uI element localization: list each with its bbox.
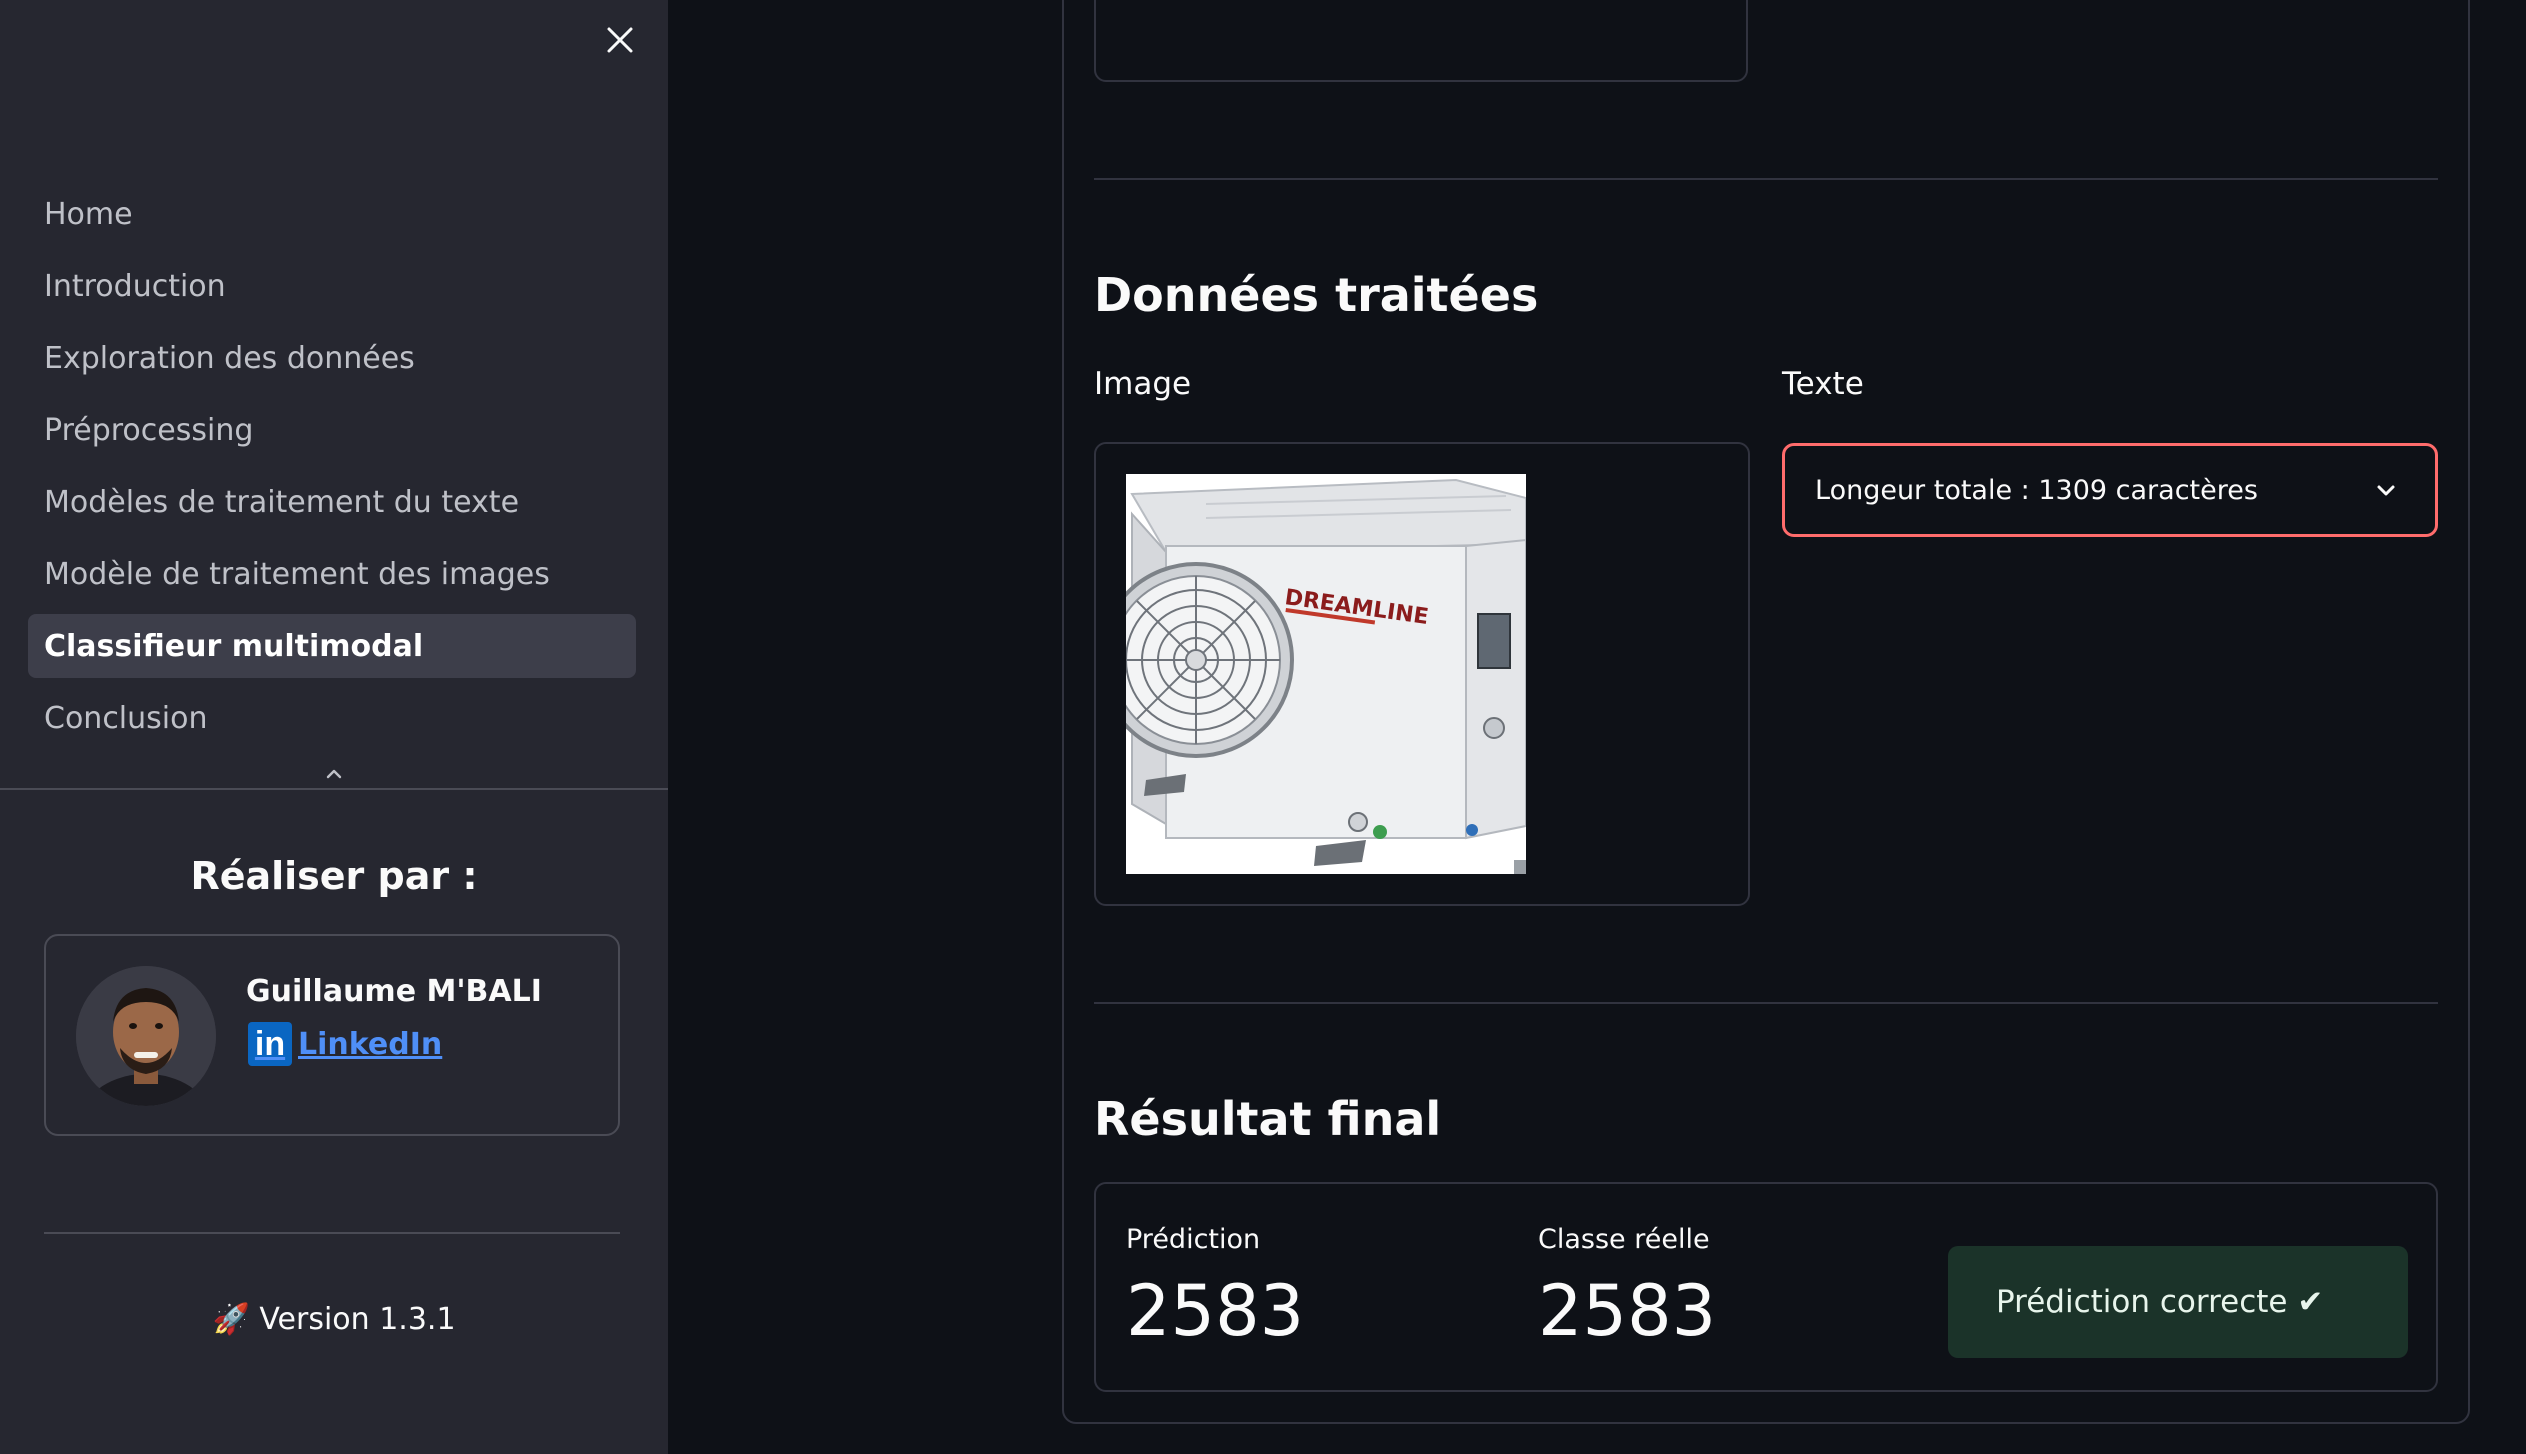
linkedin-label: LinkedIn (298, 1026, 443, 1062)
prediction-value: 2583 (1126, 1270, 1305, 1352)
rocket-icon: 🚀 (212, 1302, 250, 1337)
close-icon (607, 27, 633, 53)
processed-data-title: Données traitées (1094, 268, 1539, 322)
app-root: Home Introduction Exploration des donnée… (0, 0, 2526, 1454)
linkedin-icon: in (248, 1022, 292, 1066)
text-length-select-value: Longeur totale : 1309 caractères (1815, 474, 2258, 506)
image-container: DREAMLINE (1094, 442, 1750, 906)
sidebar-divider (0, 788, 668, 790)
image-column-label: Image (1094, 366, 1192, 402)
section-divider-2 (1094, 1002, 2438, 1004)
profile-card: Guillaume M'BALI in LinkedIn (44, 934, 620, 1136)
final-result-title: Résultat final (1094, 1092, 1442, 1146)
product-image: DREAMLINE (1098, 474, 1527, 874)
sidebar-item-introduction[interactable]: Introduction (28, 254, 636, 318)
close-sidebar-button[interactable] (598, 18, 642, 62)
chevron-down-icon (2377, 485, 2395, 496)
version-text: Version 1.3.1 (259, 1302, 456, 1337)
prediction-label: Prédiction (1126, 1224, 1261, 1255)
sidebar-item-exploration[interactable]: Exploration des données (28, 326, 636, 390)
sidebar-item-preprocessing[interactable]: Préprocessing (28, 398, 636, 462)
section-divider (1094, 178, 2438, 180)
success-alert: Prédiction correcte ✔ (1948, 1246, 2408, 1358)
result-container: Prédiction 2583 Classe réelle 2583 Prédi… (1094, 1182, 2438, 1392)
text-length-select[interactable]: Longeur totale : 1309 caractères (1782, 443, 2438, 537)
actual-class-label: Classe réelle (1538, 1224, 1710, 1255)
collapse-nav-button[interactable] (322, 762, 346, 786)
author-name: Guillaume M'BALI (246, 974, 542, 1009)
sidebar-item-text-models[interactable]: Modèles de traitement du texte (28, 470, 636, 534)
avatar (76, 966, 216, 1106)
sidebar-divider-bottom (44, 1232, 620, 1234)
success-message: Prédiction correcte ✔ (1996, 1284, 2324, 1320)
sidebar-item-multimodal-classifier[interactable]: Classifieur multimodal (28, 614, 636, 678)
linkedin-link[interactable]: in LinkedIn (248, 1022, 442, 1066)
scrolled-input-box (1094, 0, 1748, 82)
sidebar: Home Introduction Exploration des donnée… (0, 0, 668, 1454)
sidebar-item-image-model[interactable]: Modèle de traitement des images (28, 542, 636, 606)
sidebar-item-home[interactable]: Home (28, 182, 636, 246)
version-info: 🚀 Version 1.3.1 (0, 1302, 668, 1337)
actual-class-value: 2583 (1538, 1270, 1717, 1352)
author-heading: Réaliser par : (190, 854, 478, 898)
sidebar-item-conclusion[interactable]: Conclusion (28, 686, 636, 750)
chevron-up-icon (326, 769, 342, 779)
text-column-label: Texte (1782, 366, 1864, 402)
sidebar-nav: Home Introduction Exploration des donnée… (28, 182, 636, 758)
